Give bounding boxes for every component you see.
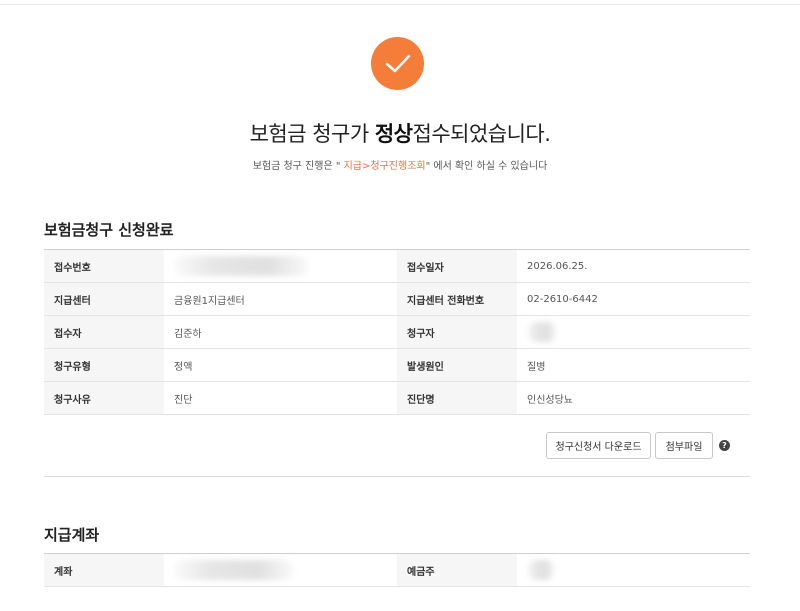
diagnosis-value: 인신성당뇨: [517, 381, 750, 415]
claim-type-value: 정액: [164, 348, 397, 382]
masked-value: [174, 560, 294, 580]
center-phone-label: 지급센터 전화번호: [397, 282, 517, 316]
table-row: 청구유형 정액 발생원인 질병: [44, 348, 750, 382]
cause-value: 질병: [517, 348, 750, 382]
claim-info-table: 접수번호 접수일자 2026.06.25. 지급센터 금융원1지급센터 지급센터…: [44, 249, 750, 415]
payment-center-label: 지급센터: [44, 282, 164, 316]
payment-center-value: 금융원1지급센터: [164, 282, 397, 316]
account-value: [164, 553, 397, 587]
account-holder-label: 예금주: [397, 553, 517, 587]
cause-label: 발생원인: [397, 348, 517, 382]
check-icon: [371, 37, 424, 90]
receiver-label: 접수자: [44, 315, 164, 349]
masked-value: [174, 256, 309, 276]
claim-type-label: 청구유형: [44, 348, 164, 382]
claim-reason-label: 청구사유: [44, 381, 164, 415]
masked-value: [527, 322, 557, 342]
account-section-title: 지급계좌: [44, 526, 100, 544]
table-row: 접수자 김준하 청구자: [44, 315, 750, 349]
account-info-table: 계좌 예금주: [44, 553, 750, 587]
claimant-value: [517, 315, 750, 349]
confirmation-subtext: 보험금 청구 진행은 " 지급>청구진행조회" 에서 확인 하실 수 있습니다: [252, 161, 548, 172]
claim-reason-value: 진단: [164, 381, 397, 415]
table-row: 청구사유 진단 진단명 인신성당뇨: [44, 381, 750, 415]
diagnosis-label: 진단명: [397, 381, 517, 415]
claim-section-title: 보험금청구 신청완료: [44, 221, 174, 239]
attachment-button[interactable]: 첨부파일: [655, 432, 713, 459]
confirmation-headline: 보험금 청구가 정상접수되었습니다.: [249, 122, 551, 146]
headline-emphasis: 정상: [374, 122, 413, 146]
download-claim-form-button[interactable]: 청구신청서 다운로드: [546, 432, 651, 459]
question-mark-icon[interactable]: ?: [719, 440, 730, 451]
center-phone-value: 02-2610-6442: [517, 282, 750, 316]
table-row: 접수번호 접수일자 2026.06.25.: [44, 249, 750, 283]
claim-progress-link[interactable]: 지급>청구진행조회: [344, 161, 426, 172]
section-divider: [44, 476, 750, 477]
account-label: 계좌: [44, 553, 164, 587]
receipt-date-label: 접수일자: [397, 249, 517, 283]
masked-value: [527, 560, 555, 580]
receipt-date-value: 2026.06.25.: [517, 249, 750, 283]
account-holder-value: [517, 553, 750, 587]
claimant-label: 청구자: [397, 315, 517, 349]
receipt-number-value: [164, 249, 397, 283]
receipt-number-label: 접수번호: [44, 249, 164, 283]
top-divider: [0, 4, 800, 5]
receiver-value: 김준하: [164, 315, 397, 349]
table-row: 지급센터 금융원1지급센터 지급센터 전화번호 02-2610-6442: [44, 282, 750, 316]
table-row: 계좌 예금주: [44, 553, 750, 587]
